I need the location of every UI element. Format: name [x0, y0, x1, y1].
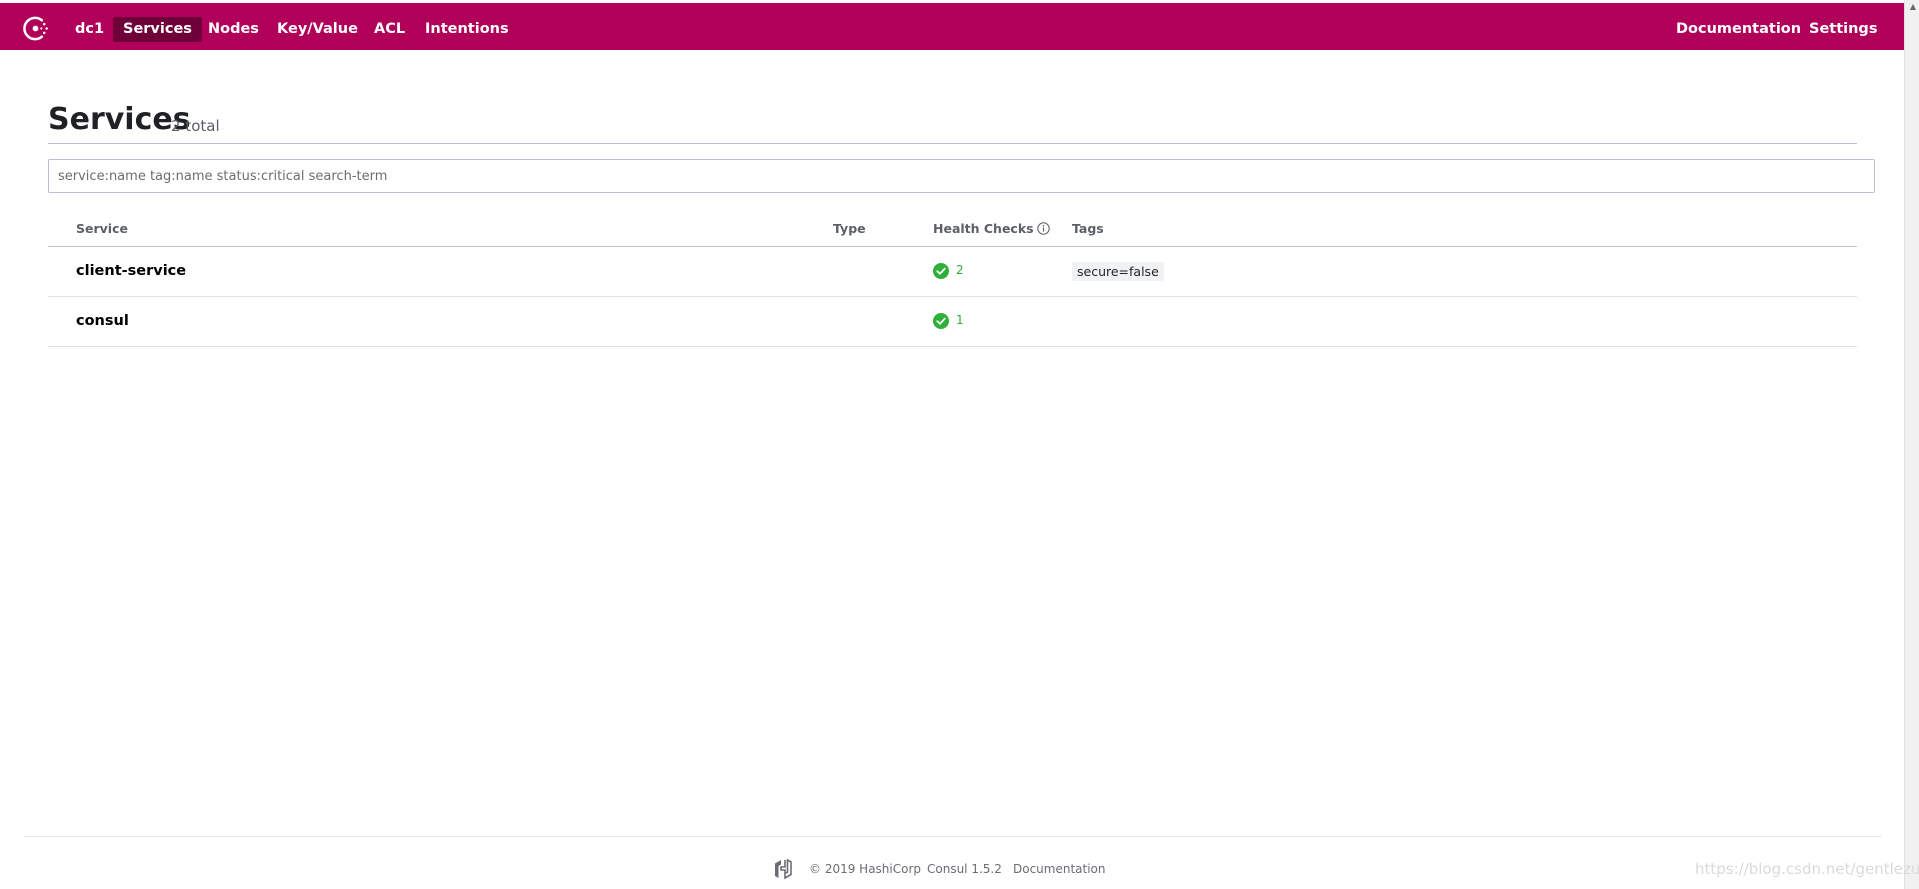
service-name[interactable]: consul [76, 313, 129, 329]
service-name[interactable]: client-service [76, 263, 186, 279]
check-passing-icon [933, 313, 949, 329]
search-input[interactable] [48, 159, 1875, 193]
nav-item-key-value[interactable]: Key/Value [267, 17, 368, 42]
column-header-health-checks[interactable]: Health Checks [933, 221, 1050, 236]
column-header-type[interactable]: Type [833, 221, 866, 236]
nav-item-settings[interactable]: Settings [1799, 17, 1887, 42]
page-scrollbar[interactable]: ▲ [1904, 0, 1919, 889]
column-header-service[interactable]: Service [76, 221, 128, 236]
footer-documentation-link[interactable]: Documentation [1013, 862, 1106, 876]
service-tag: secure=false [1072, 262, 1164, 281]
hashicorp-logo-icon[interactable] [772, 858, 794, 880]
table-row[interactable] [48, 247, 1857, 296]
nav-item-nodes[interactable]: Nodes [198, 17, 269, 42]
datacenter-selector[interactable]: dc1 [65, 17, 114, 42]
nav-item-services[interactable]: Services [113, 17, 202, 42]
top-nav-bar: dc1 Services Nodes Key/Value ACL Intenti… [0, 3, 1905, 50]
scroll-up-arrow-icon[interactable]: ▲ [1910, 2, 1916, 11]
info-icon[interactable] [1036, 222, 1050, 235]
services-count: 2 total [171, 117, 220, 135]
consul-logo-icon[interactable] [22, 14, 51, 43]
table-row[interactable] [48, 297, 1857, 346]
check-passing-icon [933, 263, 949, 279]
check-count: 1 [956, 313, 964, 327]
page-title: Services [48, 102, 191, 137]
header-divider [48, 143, 1857, 144]
check-count: 2 [956, 263, 964, 277]
watermark: https://blog.csdn.net/gentlezu... [1695, 860, 1919, 878]
footer-copyright: © 2019 HashiCorp [809, 862, 922, 876]
nav-item-intentions[interactable]: Intentions [415, 17, 519, 42]
nav-item-documentation[interactable]: Documentation [1666, 17, 1811, 42]
health-checks-label: Health Checks [933, 221, 1034, 236]
nav-item-acl[interactable]: ACL [364, 17, 415, 42]
footer-divider [24, 836, 1882, 837]
row-divider [48, 346, 1857, 347]
footer-version: Consul 1.5.2 [927, 862, 1002, 876]
column-header-tags[interactable]: Tags [1072, 221, 1104, 236]
